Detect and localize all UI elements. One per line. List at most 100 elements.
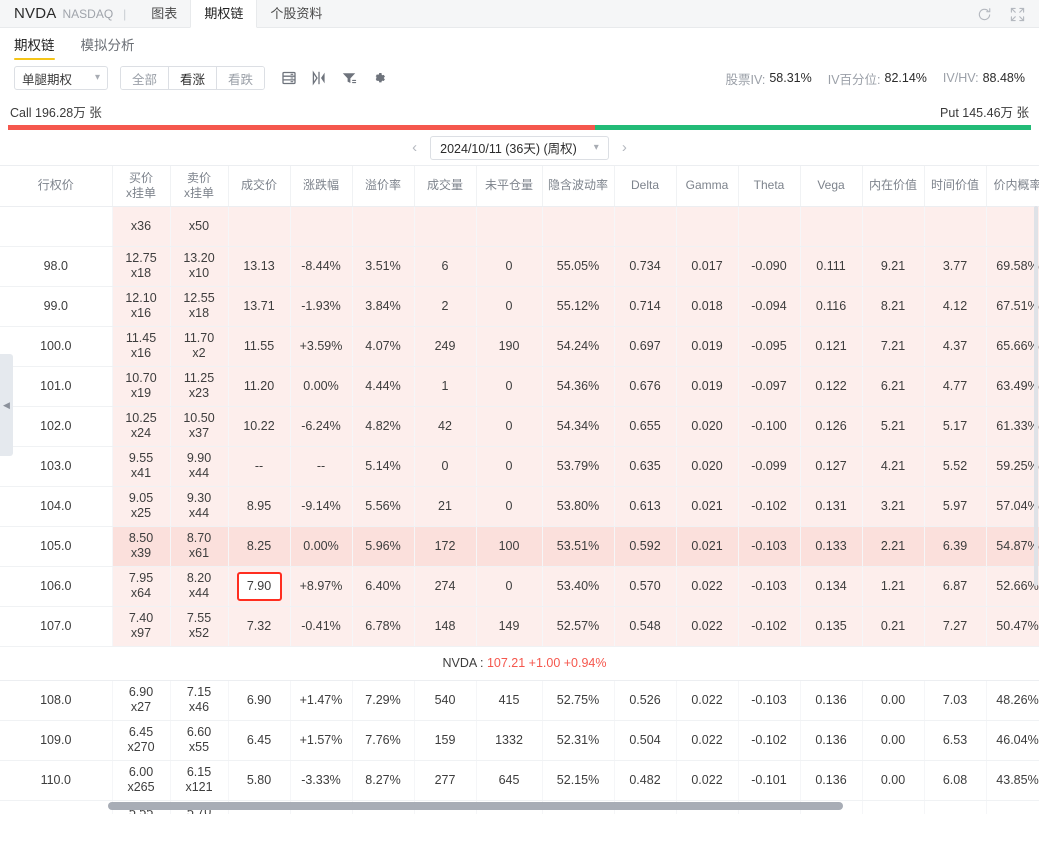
cell-last-price[interactable]: 10.22: [228, 406, 290, 446]
cell-bid[interactable]: 6.90x27: [112, 680, 170, 720]
table-row[interactable]: 105.08.50x398.70x618.250.00%5.96%1721005…: [0, 526, 1039, 566]
cell-ask[interactable]: 12.55x18: [170, 286, 228, 326]
cell-vega[interactable]: 0.121: [800, 326, 862, 366]
cell-intrinsic[interactable]: 3.21: [862, 486, 924, 526]
cell-oi[interactable]: 0: [476, 446, 542, 486]
cell-strike[interactable]: [0, 206, 112, 246]
cell-prob_itm[interactable]: 57.04%: [986, 486, 1039, 526]
cell-ask[interactable]: 11.25x23: [170, 366, 228, 406]
option-chain-table-wrap[interactable]: 行权价买价x挂单卖价x挂单成交价涨跌幅溢价率成交量未平仓量隐含波动率DeltaG…: [0, 166, 1039, 814]
cell-oi[interactable]: 0: [476, 286, 542, 326]
cell-prob_itm[interactable]: 63.49%: [986, 366, 1039, 406]
cell-oi[interactable]: 0: [476, 486, 542, 526]
cell-last-price[interactable]: 11.20: [228, 366, 290, 406]
cell-delta[interactable]: 0.526: [614, 680, 676, 720]
cell-iv[interactable]: 52.57%: [542, 606, 614, 646]
cell-vega[interactable]: 0.136: [800, 720, 862, 760]
cell-intrinsic[interactable]: 0.00: [862, 720, 924, 760]
cell-prob_itm[interactable]: 67.51%: [986, 286, 1039, 326]
cell-strike[interactable]: 104.0: [0, 486, 112, 526]
cell-delta[interactable]: 0.504: [614, 720, 676, 760]
cell-last-price[interactable]: 13.13: [228, 246, 290, 286]
table-row[interactable]: 102.010.25x2410.50x3710.22-6.24%4.82%420…: [0, 406, 1039, 446]
cell-change-pct[interactable]: +1.57%: [290, 720, 352, 760]
cell-iv[interactable]: 53.51%: [542, 526, 614, 566]
cell-vega[interactable]: 0.131: [800, 486, 862, 526]
cell-vol[interactable]: 159: [414, 720, 476, 760]
cell-vol[interactable]: 148: [414, 606, 476, 646]
cell-change-pct[interactable]: +1.47%: [290, 680, 352, 720]
cell-strike[interactable]: 107.0: [0, 606, 112, 646]
cell-ask[interactable]: x50: [170, 206, 228, 246]
expiry-select[interactable]: 2024/10/11 (36天) (周权) ▾: [430, 136, 609, 160]
cell-last-price[interactable]: 13.71: [228, 286, 290, 326]
cell-theta[interactable]: -0.102: [738, 720, 800, 760]
column-header-iv[interactable]: 隐含波动率: [542, 166, 614, 206]
cell-vol[interactable]: 1: [414, 366, 476, 406]
cell-gamma[interactable]: 0.020: [676, 406, 738, 446]
cell-bid[interactable]: 8.50x39: [112, 526, 170, 566]
cell-delta[interactable]: 0.635: [614, 446, 676, 486]
cell-prem[interactable]: 4.82%: [352, 406, 414, 446]
cell-prem[interactable]: 5.14%: [352, 446, 414, 486]
cell-bid[interactable]: 12.75x18: [112, 246, 170, 286]
table-row[interactable]: 109.06.45x2706.60x556.45+1.57%7.76%15913…: [0, 720, 1039, 760]
cell-time_value[interactable]: 6.53: [924, 720, 986, 760]
cell-prob_itm[interactable]: 69.58%: [986, 246, 1039, 286]
cell-time_value[interactable]: 5.17: [924, 406, 986, 446]
cell-bid[interactable]: 6.45x270: [112, 720, 170, 760]
cell-intrinsic[interactable]: 0.00: [862, 680, 924, 720]
cell-last-price[interactable]: 5.80: [228, 760, 290, 800]
cell-change-pct[interactable]: 0.00%: [290, 366, 352, 406]
cell-prem[interactable]: 6.78%: [352, 606, 414, 646]
cell-oi[interactable]: 0: [476, 366, 542, 406]
cell-gamma[interactable]: 0.022: [676, 606, 738, 646]
cell-last-price[interactable]: 6.90: [228, 680, 290, 720]
cell-prob_itm[interactable]: 46.04%: [986, 720, 1039, 760]
cell-strike[interactable]: 110.0: [0, 760, 112, 800]
cell-delta[interactable]: 0.482: [614, 760, 676, 800]
cell-theta[interactable]: -0.101: [738, 760, 800, 800]
cell-prem[interactable]: 7.76%: [352, 720, 414, 760]
column-header-strike[interactable]: 行权价: [0, 166, 112, 206]
cell-time_value[interactable]: 4.12: [924, 286, 986, 326]
column-header-oi[interactable]: 未平仓量: [476, 166, 542, 206]
column-header-bid[interactable]: 买价x挂单: [112, 166, 170, 206]
cell-delta[interactable]: 0.592: [614, 526, 676, 566]
horizontal-scrollbar[interactable]: [0, 798, 1039, 814]
cell-vega[interactable]: 0.126: [800, 406, 862, 446]
cell-vega[interactable]: 0.135: [800, 606, 862, 646]
tab-scenario-analysis[interactable]: 模拟分析: [81, 34, 135, 60]
cell-prob_itm[interactable]: 59.25%: [986, 446, 1039, 486]
cell-oi[interactable]: 1332: [476, 720, 542, 760]
cell-prob_itm[interactable]: 50.47%: [986, 606, 1039, 646]
cell-prem[interactable]: [352, 206, 414, 246]
cell-iv[interactable]: 54.24%: [542, 326, 614, 366]
cell-bid[interactable]: 9.05x25: [112, 486, 170, 526]
cell-strike[interactable]: 103.0: [0, 446, 112, 486]
cell-iv[interactable]: 55.05%: [542, 246, 614, 286]
sidebar-collapse-handle[interactable]: ◀: [0, 354, 13, 456]
cell-last-price[interactable]: 6.45: [228, 720, 290, 760]
side-filter-puts[interactable]: 看跌: [217, 67, 264, 89]
cell-gamma[interactable]: 0.021: [676, 486, 738, 526]
cell-time_value[interactable]: 3.77: [924, 246, 986, 286]
cell-vega[interactable]: 0.133: [800, 526, 862, 566]
cell-prem[interactable]: 6.40%: [352, 566, 414, 606]
cell-ask[interactable]: 6.60x55: [170, 720, 228, 760]
fullscreen-icon[interactable]: [1010, 7, 1025, 22]
chevron-right-icon[interactable]: ›: [619, 139, 630, 156]
cell-last-price[interactable]: 8.25: [228, 526, 290, 566]
cell-theta[interactable]: -0.103: [738, 526, 800, 566]
vertical-scrollbar[interactable]: [1034, 206, 1038, 586]
cell-time_value[interactable]: 7.27: [924, 606, 986, 646]
column-header-delta[interactable]: Delta: [614, 166, 676, 206]
cell-prob_itm[interactable]: 43.85%: [986, 760, 1039, 800]
cell-last-price[interactable]: 7.90: [228, 566, 290, 606]
cell-bid[interactable]: 9.55x41: [112, 446, 170, 486]
side-filter-all[interactable]: 全部: [121, 67, 169, 89]
cell-change-pct[interactable]: --: [290, 446, 352, 486]
cell-iv[interactable]: 55.12%: [542, 286, 614, 326]
table-row[interactable]: 101.010.70x1911.25x2311.200.00%4.44%1054…: [0, 366, 1039, 406]
column-header-time_value[interactable]: 时间价值: [924, 166, 986, 206]
